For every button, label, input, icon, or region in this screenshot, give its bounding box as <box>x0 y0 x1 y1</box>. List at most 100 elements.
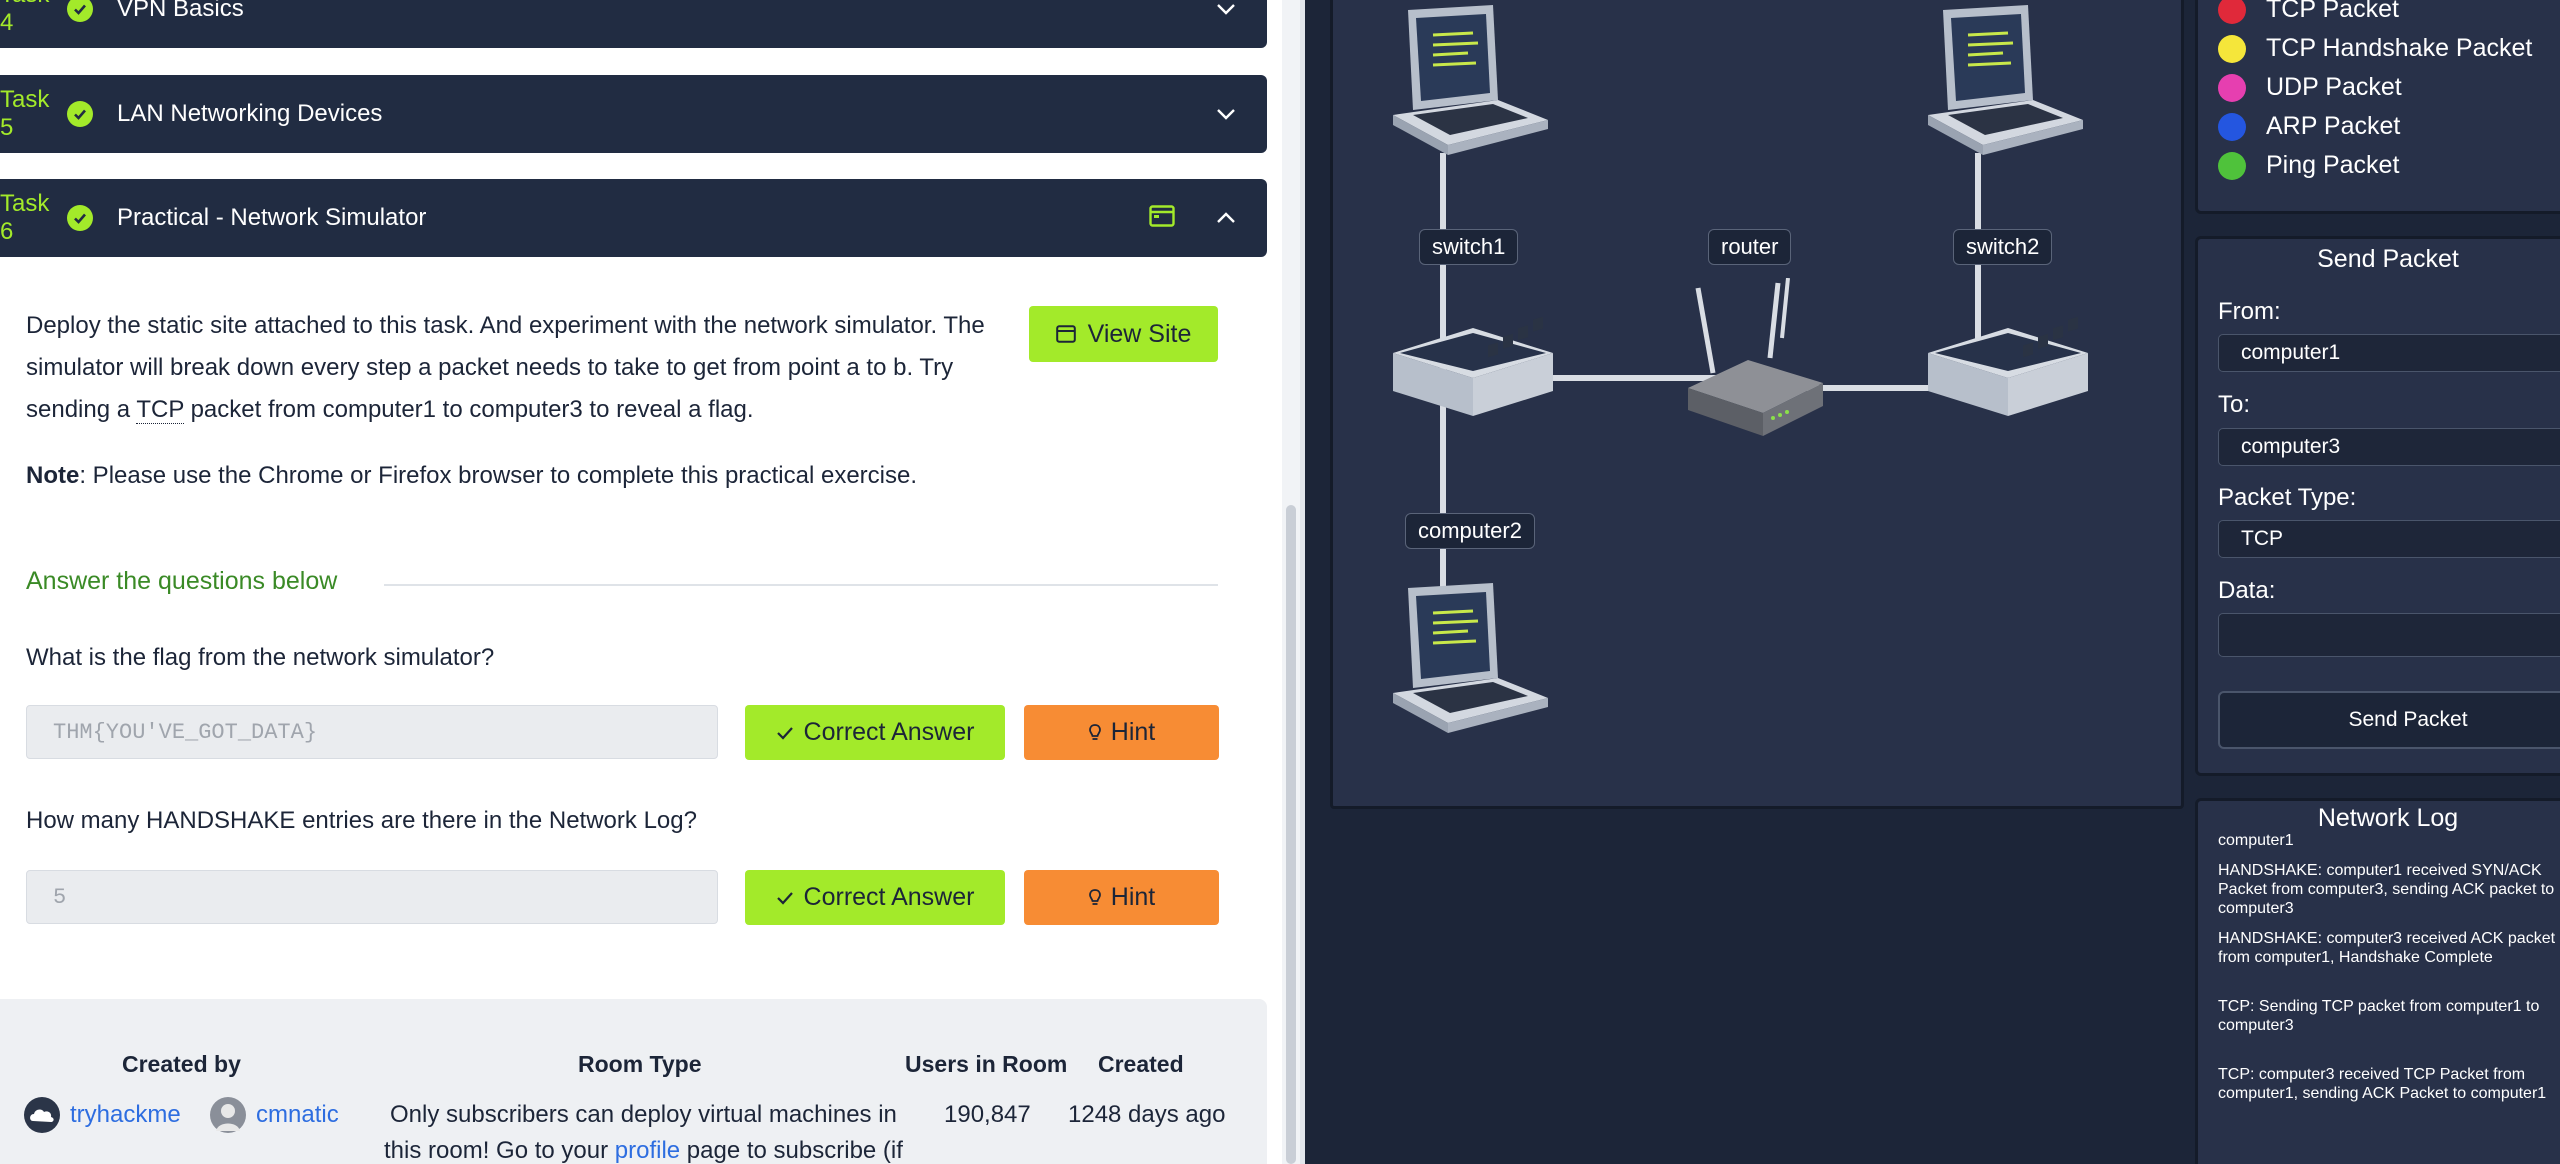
switch2-icon[interactable] <box>1923 308 2093 433</box>
chevron-down-icon[interactable] <box>1211 3 1241 15</box>
heading-divider <box>384 584 1218 586</box>
task-title: LAN Networking Devices <box>117 100 383 127</box>
send-packet-title: Send Packet <box>2317 245 2459 273</box>
task-4-header[interactable]: Task 4 VPN Basics <box>0 0 1267 48</box>
tcp-color-swatch <box>2218 0 2246 24</box>
send-packet-button[interactable]: Send Packet <box>2218 691 2560 749</box>
check-icon <box>67 101 93 127</box>
task-number: Task 5 <box>0 86 50 141</box>
tryhackme-avatar[interactable] <box>24 1097 60 1133</box>
correct-answer-label: Correct Answer <box>803 718 975 746</box>
legend-label: UDP Packet <box>2266 73 2402 101</box>
switch1-icon[interactable] <box>1388 308 1558 433</box>
packet-type-value: TCP <box>2241 527 2283 550</box>
text: page to subscribe (if <box>680 1137 903 1164</box>
chevron-down-icon[interactable] <box>1211 108 1241 120</box>
ping-color-swatch <box>2218 151 2246 180</box>
computer2-label: computer2 <box>1405 513 1535 549</box>
creator-cmnatic-link[interactable]: cmnatic <box>256 1101 339 1129</box>
task-number: Task 6 <box>0 190 50 245</box>
browser-window-icon[interactable] <box>1149 204 1175 232</box>
legend-item: TCP Handshake Packet <box>2218 34 2532 63</box>
answer-field-1[interactable]: THM{YOU'VE_GOT_DATA} <box>26 705 718 759</box>
log-entry: computer1 <box>2202 831 2560 849</box>
text: sending a <box>26 396 137 423</box>
check-icon <box>67 205 93 231</box>
lightbulb-icon <box>1088 888 1101 905</box>
legend-item: ARP Packet <box>2218 112 2400 141</box>
room-type-heading: Room Type <box>578 1051 702 1077</box>
check-icon <box>67 0 93 22</box>
from-select[interactable]: computer1⌄ <box>2218 334 2560 372</box>
room-info-footer: Created by Room Type Users in Room Creat… <box>0 999 1267 1164</box>
packet-type-label: Packet Type: <box>2218 484 2357 511</box>
log-entry: TCP: Sending TCP packet from computer1 t… <box>2202 989 2560 1053</box>
room-content-pane: Task 4 VPN Basics Task 5 LAN Networking … <box>0 0 1300 1164</box>
to-value: computer3 <box>2241 435 2341 458</box>
hint-button[interactable]: Hint <box>1024 870 1219 925</box>
packet-type-select[interactable]: TCP⌄ <box>2218 520 2560 558</box>
check-icon <box>776 726 793 740</box>
switch1-label: switch1 <box>1419 229 1519 265</box>
legend-label: Ping Packet <box>2266 151 2400 179</box>
hint-label: Hint <box>1110 718 1156 746</box>
legend-label: ARP Packet <box>2266 112 2401 140</box>
udp-color-swatch <box>2218 73 2246 102</box>
log-entry: HANDSHAKE: computer1 received SYN/ACK Pa… <box>2202 853 2560 917</box>
correct-answer-button[interactable]: Correct Answer <box>745 705 1005 760</box>
profile-link[interactable]: profile <box>615 1137 680 1164</box>
users-count: 190,847 <box>944 1101 1031 1128</box>
correct-answer-button[interactable]: Correct Answer <box>745 870 1005 925</box>
task-description-line: simulator will break down every step a p… <box>26 354 954 381</box>
router-label: router <box>1708 229 1792 265</box>
task-number: Task 4 <box>0 0 49 36</box>
laptop-computer1-icon[interactable] <box>1388 5 1553 165</box>
to-select[interactable]: computer3⌄ <box>2218 428 2560 466</box>
laptop-computer2-icon[interactable] <box>1388 583 1553 743</box>
legend-label: TCP Packet <box>2266 0 2399 23</box>
switch2-label: switch2 <box>1953 229 2053 265</box>
log-entry: TCP: computer3 received TCP Packet from … <box>2202 1057 2560 1121</box>
legend-item: UDP Packet <box>2218 73 2402 102</box>
packet-legend-panel: TCP Packet TCP Handshake Packet UDP Pack… <box>2195 0 2560 214</box>
hint-button[interactable]: Hint <box>1024 705 1219 760</box>
arp-color-swatch <box>2218 112 2246 141</box>
room-type-text: this room! Go to your profile page to su… <box>384 1137 903 1164</box>
network-log-title: Network Log <box>2317 804 2459 832</box>
created-by-heading: Created by <box>122 1051 241 1077</box>
text: this room! Go to your <box>384 1137 615 1164</box>
from-value: computer1 <box>2241 341 2341 364</box>
network-log-panel[interactable]: Network Log computer1 HANDSHAKE: compute… <box>2195 798 2560 1164</box>
legend-item: Ping Packet <box>2218 151 2399 180</box>
tcp-handshake-color-swatch <box>2218 34 2246 63</box>
tcp-abbreviation: TCP <box>136 396 184 424</box>
users-in-room-heading: Users in Room <box>905 1051 1068 1077</box>
chevron-up-icon[interactable] <box>1211 212 1241 224</box>
check-icon <box>776 891 793 905</box>
text: packet from computer1 to computer3 to re… <box>183 396 754 423</box>
question-2-text: How many HANDSHAKE entries are there in … <box>26 807 697 834</box>
creator-tryhackme-link[interactable]: tryhackme <box>70 1101 181 1129</box>
to-label: To: <box>2218 391 2251 418</box>
task-6-header[interactable]: Task 6 Practical - Network Simulator <box>0 179 1267 257</box>
view-site-label: View Site <box>1087 319 1192 348</box>
created-heading: Created <box>1098 1051 1184 1077</box>
note-text: : Please use the Chrome or Firefox brows… <box>79 462 918 489</box>
answer-field-2[interactable]: 5 <box>26 870 718 924</box>
scrollbar-thumb[interactable] <box>1286 505 1296 1164</box>
legend-label: TCP Handshake Packet <box>2266 34 2533 62</box>
laptop-computer3-icon[interactable] <box>1923 5 2088 165</box>
answer-questions-heading: Answer the questions below <box>26 567 338 595</box>
network-simulator-pane: switch1 router switch2 computer2 TCP Pac… <box>1305 0 2560 1164</box>
network-topology-canvas[interactable]: switch1 router switch2 computer2 <box>1330 0 2184 809</box>
data-input[interactable] <box>2218 613 2560 657</box>
router-icon[interactable] <box>1678 278 1828 443</box>
legend-item: TCP Packet <box>2218 0 2399 24</box>
cmnatic-avatar[interactable] <box>210 1097 246 1133</box>
correct-answer-label: Correct Answer <box>803 883 975 911</box>
task-5-header[interactable]: Task 5 LAN Networking Devices <box>0 75 1267 153</box>
view-site-button[interactable]: View Site <box>1029 306 1218 362</box>
lightbulb-icon <box>1088 723 1101 740</box>
room-type-text: Only subscribers can deploy virtual mach… <box>390 1101 897 1128</box>
task-description-line: Deploy the static site attached to this … <box>26 312 985 339</box>
